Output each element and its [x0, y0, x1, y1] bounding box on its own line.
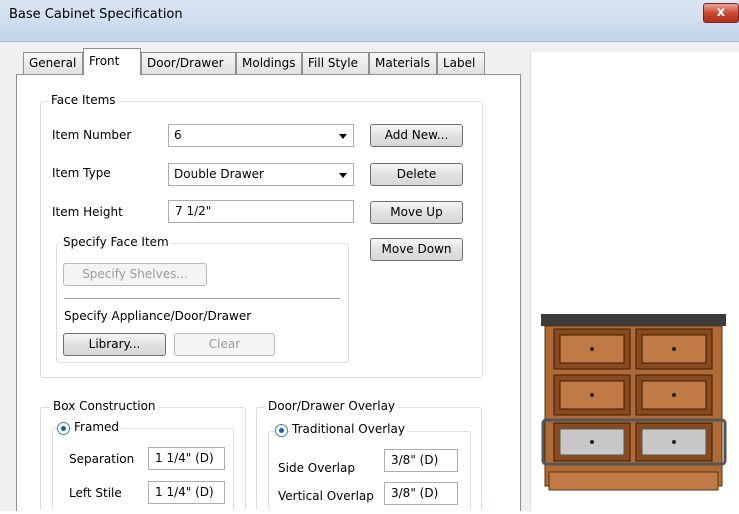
item-number-select[interactable]: 6 [168, 124, 354, 147]
traditional-overlay-radio[interactable] [275, 424, 288, 437]
framed-label: Framed [72, 420, 122, 434]
framed-radio[interactable] [57, 422, 70, 435]
window-title: Base Cabinet Specification [9, 7, 183, 22]
toe-kick [548, 471, 719, 491]
chevron-down-icon [339, 173, 347, 178]
separator [64, 298, 340, 299]
item-type-value: Double Drawer [174, 167, 264, 181]
tab-label[interactable]: Label [437, 52, 485, 74]
side-overlap-field[interactable]: 3/8" (D) [384, 449, 458, 472]
countertop [541, 314, 726, 326]
move-down-button[interactable]: Move Down [370, 238, 463, 261]
tab-fill-style[interactable]: Fill Style [302, 52, 369, 74]
separation-field[interactable]: 1 1/4" (D) [148, 447, 225, 470]
specify-shelves-button[interactable]: Specify Shelves... [63, 263, 207, 286]
tab-materials[interactable]: Materials [369, 52, 437, 74]
close-button[interactable]: x [703, 3, 739, 23]
left-stile-label: Left Stile [69, 486, 122, 500]
library-button[interactable]: Library... [63, 333, 166, 356]
tab-general[interactable]: General [23, 52, 83, 74]
cabinet-preview-image [541, 314, 727, 491]
move-up-button[interactable]: Move Up [370, 201, 463, 224]
add-new-button[interactable]: Add New... [370, 124, 463, 147]
item-height-field[interactable]: 7 1/2" [168, 200, 354, 223]
vertical-overlap-field[interactable]: 3/8" (D) [384, 482, 458, 505]
item-height-label: Item Height [52, 205, 123, 219]
traditional-overlay-label: Traditional Overlay [290, 422, 407, 436]
cabinet-preview [530, 52, 739, 511]
face-items-legend: Face Items [48, 93, 119, 107]
side-overlap-label: Side Overlap [278, 461, 355, 475]
item-type-select[interactable]: Double Drawer [168, 163, 354, 186]
tab-door-drawer[interactable]: Door/Drawer [141, 52, 236, 74]
separation-label: Separation [69, 452, 135, 466]
box-construction-legend: Box Construction [50, 399, 159, 413]
item-type-label: Item Type [52, 166, 111, 180]
left-stile-field[interactable]: 1 1/4" (D) [148, 481, 225, 504]
chevron-down-icon [339, 134, 347, 139]
item-number-label: Item Number [52, 128, 132, 142]
title-bar: Base Cabinet Specification x [0, 0, 739, 42]
vertical-overlap-label: Vertical Overlap [278, 489, 374, 503]
clear-button[interactable]: Clear [174, 333, 275, 356]
tab-front[interactable]: Front [83, 48, 141, 75]
delete-button[interactable]: Delete [370, 163, 463, 186]
appliance-door-drawer-label: Specify Appliance/Door/Drawer [64, 309, 252, 323]
overlay-legend: Door/Drawer Overlay [265, 399, 399, 413]
tab-moldings[interactable]: Moldings [236, 52, 302, 74]
specify-face-item-legend: Specify Face Item [60, 235, 172, 249]
item-number-value: 6 [174, 128, 182, 142]
